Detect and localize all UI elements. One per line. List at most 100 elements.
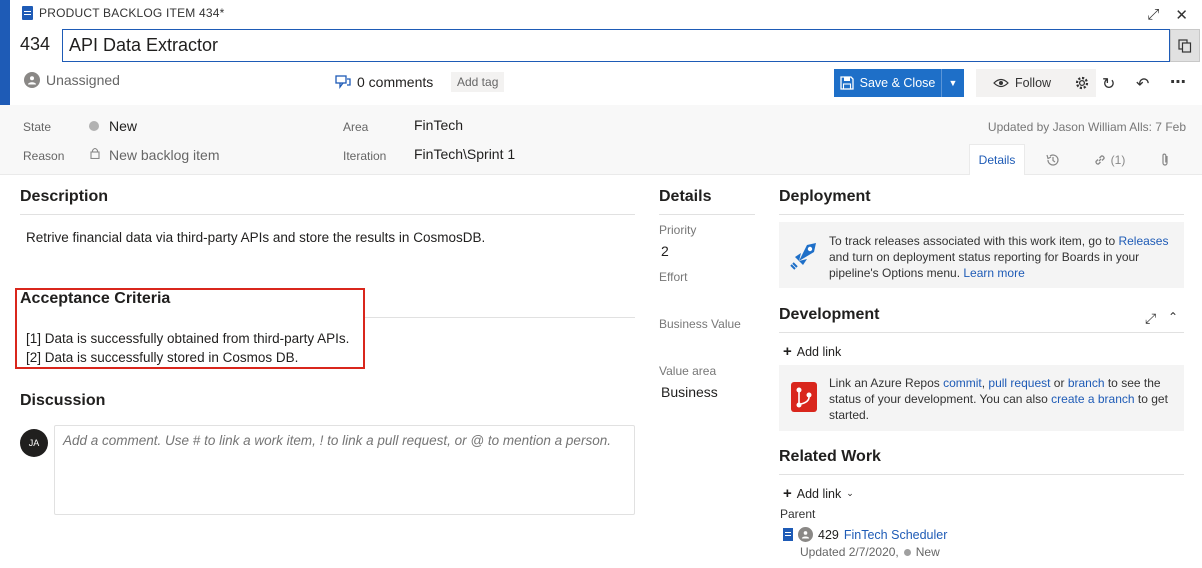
state-indicator	[903, 548, 911, 556]
branch-link[interactable]: branch	[1068, 376, 1105, 390]
unassigned-avatar-icon	[24, 72, 40, 88]
parent-title[interactable]: FinTech Scheduler	[844, 528, 948, 542]
discussion-title: Discussion	[20, 392, 106, 409]
follow-label: Follow	[1014, 76, 1052, 90]
title-input[interactable]	[62, 29, 1170, 62]
comment-icon	[335, 75, 351, 89]
learn-more-link[interactable]: Learn more	[963, 266, 1024, 280]
history-icon	[1046, 153, 1059, 166]
more-actions-icon[interactable]: ⋯	[1170, 72, 1187, 92]
parent-updated: Updated 2/7/2020,	[800, 545, 899, 559]
save-close-label: Save & Close	[859, 76, 936, 90]
related-work-divider	[779, 474, 1184, 475]
rocket-icon	[790, 243, 816, 270]
follow-button[interactable]: Follow	[976, 69, 1068, 97]
commit-link[interactable]: commit	[943, 376, 982, 390]
save-icon	[839, 76, 854, 90]
related-add-link-button[interactable]: + Add link ⌄	[783, 485, 854, 502]
iteration-label: Iteration	[343, 149, 387, 163]
acceptance-criteria-item[interactable]: [2] Data is successfully stored in Cosmo…	[26, 350, 298, 365]
state-indicator	[89, 121, 99, 131]
parent-id: 429	[818, 527, 839, 542]
comments-count: 0 comments	[357, 74, 434, 90]
deployment-info: To track releases associated with this w…	[779, 222, 1184, 288]
save-close-button[interactable]: Save & Close	[834, 69, 942, 97]
save-close-button-group: Save & Close ▼	[834, 69, 964, 97]
azure-repos-icon	[791, 382, 817, 412]
tab-history[interactable]	[1025, 144, 1081, 175]
acceptance-criteria-item[interactable]: [1] Data is successfully obtained from t…	[26, 331, 349, 346]
details-title: Details	[659, 188, 712, 205]
reason-value: New backlog item	[109, 147, 220, 163]
work-item-id: 434	[20, 34, 51, 54]
refresh-icon[interactable]: ↻	[1102, 74, 1115, 94]
add-link-label: Add link	[796, 486, 842, 501]
create-branch-link[interactable]: create a branch	[1051, 392, 1134, 406]
maximize-icon[interactable]: ⤢	[1147, 6, 1159, 24]
gear-icon	[1075, 76, 1089, 90]
development-divider	[779, 332, 1184, 333]
releases-link[interactable]: Releases	[1118, 234, 1168, 248]
details-divider	[659, 214, 755, 215]
links-count: (1)	[1110, 152, 1126, 167]
parent-link[interactable]: 429 FinTech Scheduler	[783, 527, 947, 542]
product-backlog-item-icon	[22, 6, 33, 20]
save-options-chevron-down-icon[interactable]: ▼	[942, 78, 964, 88]
work-item-tabs: Details (1)	[969, 144, 1193, 175]
reason-label: Reason	[23, 149, 65, 163]
undo-icon[interactable]: ↶	[1136, 74, 1149, 94]
add-tag-button[interactable]: Add tag	[451, 72, 505, 92]
tab-details[interactable]: Details	[969, 144, 1025, 175]
description-title: Description	[20, 188, 109, 205]
copy-icon	[1178, 38, 1192, 53]
area-value[interactable]: FinTech	[414, 117, 463, 133]
settings-button[interactable]	[1068, 69, 1096, 97]
development-info: Link an Azure Repos commit, pull request…	[779, 365, 1184, 431]
comments-link[interactable]: 0 comments	[335, 74, 433, 90]
eye-icon	[993, 78, 1009, 88]
collapse-chevron-up-icon[interactable]: ⌃	[1168, 310, 1178, 324]
deployment-divider	[779, 214, 1184, 215]
state-label: State	[23, 120, 52, 134]
copy-button[interactable]	[1170, 29, 1200, 62]
tab-attachments[interactable]	[1137, 144, 1193, 175]
comment-input[interactable]	[54, 425, 635, 515]
window-buttons: ⤢ ✕	[1147, 6, 1188, 24]
parent-label: Parent	[780, 507, 816, 521]
value-area-value[interactable]: Business	[661, 384, 718, 400]
chevron-down-icon: ⌄	[846, 488, 854, 498]
parent-status: Updated 2/7/2020, New	[800, 545, 940, 559]
description-text[interactable]: Retrive financial data via third-party A…	[26, 230, 485, 245]
area-label: Area	[343, 120, 369, 134]
expand-icon[interactable]: ⤢	[1145, 310, 1156, 327]
lock-icon	[90, 147, 100, 159]
avatar: JA	[20, 429, 48, 457]
related-work-title: Related Work	[779, 448, 881, 465]
plus-icon: +	[783, 485, 792, 502]
iteration-value[interactable]: FinTech\Sprint 1	[414, 146, 515, 162]
business-value-label: Business Value	[659, 317, 741, 331]
plus-icon: +	[783, 343, 792, 360]
work-item-header: PRODUCT BACKLOG ITEM 434* ⤢ ✕ 434 Unassi…	[10, 0, 1202, 105]
priority-value[interactable]: 2	[661, 243, 669, 259]
paperclip-icon	[1162, 153, 1168, 166]
development-text: Link an Azure Repos commit, pull request…	[829, 376, 1168, 422]
link-icon	[1095, 154, 1105, 165]
pull-request-link[interactable]: pull request	[988, 376, 1050, 390]
value-area-label: Value area	[659, 364, 717, 378]
acceptance-criteria-divider	[365, 317, 635, 318]
state-value[interactable]: New	[109, 118, 137, 134]
assigned-to[interactable]: Unassigned	[24, 72, 120, 88]
priority-label: Priority	[659, 223, 697, 237]
work-item-type-label: PRODUCT BACKLOG ITEM 434*	[39, 6, 225, 20]
deployment-title: Deployment	[779, 188, 871, 205]
tab-links[interactable]: (1)	[1081, 144, 1137, 175]
close-icon[interactable]: ✕	[1175, 6, 1188, 24]
product-backlog-item-icon	[783, 528, 793, 541]
development-add-link-button[interactable]: + Add link	[783, 343, 841, 360]
updated-by[interactable]: Updated by Jason William Alls: 7 Feb	[988, 120, 1186, 134]
acceptance-criteria-title: Acceptance Criteria	[20, 290, 171, 307]
development-title: Development	[779, 306, 880, 323]
description-divider	[20, 214, 635, 215]
work-item-type: PRODUCT BACKLOG ITEM 434*	[22, 6, 225, 20]
